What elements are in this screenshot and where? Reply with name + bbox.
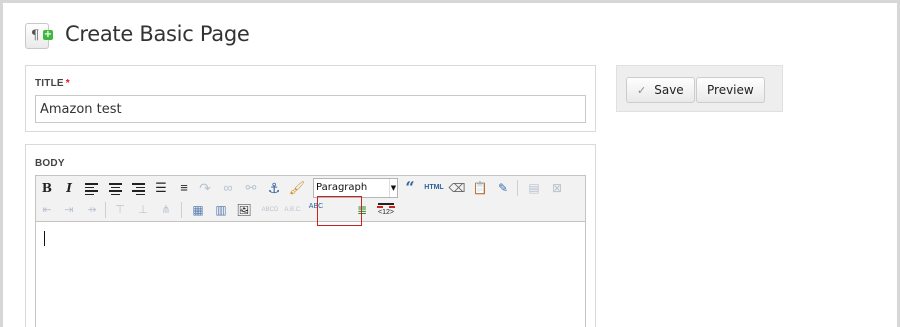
page-frame: ¶+ Create Basic Page TITLE* BODY B I ☰ ≡… <box>0 0 900 327</box>
acronym-icon[interactable]: A.B.C. <box>283 200 303 220</box>
bold-button[interactable]: B <box>37 178 57 198</box>
table-insert-icon[interactable]: ▤ <box>524 178 544 198</box>
edit-icon[interactable]: ✎ <box>493 178 513 198</box>
check-icon: ✓ <box>637 84 647 97</box>
toolbar-separator <box>105 202 106 218</box>
body-fieldset: BODY B I ☰ ≡ ↷ ∞ ⚯ ⚓ 🖌 Paragraph ▼ “ HTM… <box>25 144 596 327</box>
toolbar-separator <box>517 180 518 196</box>
paste-word-icon[interactable]: 📋 <box>470 178 490 198</box>
delete-col-icon[interactable]: ⋔ <box>156 200 176 220</box>
blockquote-icon[interactable]: “ <box>400 178 420 198</box>
row-before-icon[interactable]: ⇤ <box>37 200 57 220</box>
link-icon[interactable]: ∞ <box>218 178 238 198</box>
chevron-down-icon: ▼ <box>389 179 397 197</box>
actions-panel: ✓ Save Preview <box>616 65 783 112</box>
preview-button[interactable]: Preview <box>696 77 765 103</box>
format-select[interactable]: Paragraph ▼ <box>313 178 398 198</box>
toolbar-separator <box>181 202 182 218</box>
title-label: TITLE * <box>35 78 70 89</box>
table-props-icon[interactable]: ▥ <box>211 200 231 220</box>
col-after-icon[interactable]: ⊥ <box>133 200 153 220</box>
toolbar-row-2: ⇤ ⇥ ⇸ ⊤ ⊥ ⋔ ▦ ▥ 🖼 ABCD A.B.C. ABC a ≣ <box>36 199 585 242</box>
image-icon[interactable]: 🖼 <box>234 200 254 220</box>
abbr-icon[interactable]: ABCD <box>258 200 282 220</box>
page-title: Create Basic Page <box>65 22 250 46</box>
row-after-icon[interactable]: ⇥ <box>59 200 79 220</box>
align-left-icon[interactable] <box>82 178 102 198</box>
editor-content-area[interactable] <box>36 221 585 327</box>
editor-toolbar: B I ☰ ≡ ↷ ∞ ⚯ ⚓ 🖌 Paragraph ▼ “ HTML ⌫ 📋… <box>36 176 585 242</box>
eraser-icon[interactable]: ⌫ <box>447 178 467 198</box>
toolbar-row-1: B I ☰ ≡ ↷ ∞ ⚯ ⚓ 🖌 Paragraph ▼ “ HTML ⌫ 📋… <box>36 177 585 199</box>
align-right-icon[interactable] <box>128 178 148 198</box>
align-center-icon[interactable] <box>105 178 125 198</box>
text-caret <box>44 231 45 246</box>
pagebreak-button[interactable]: <12> <box>374 200 398 220</box>
amazon-button-highlight <box>317 196 362 226</box>
html-source-icon[interactable]: HTML <box>422 178 446 198</box>
required-marker: * <box>65 78 70 89</box>
table-grid-icon[interactable]: ▦ <box>188 200 208 220</box>
table-delete-icon[interactable]: ⊠ <box>547 178 567 198</box>
anchor-icon[interactable]: ⚓ <box>264 178 284 198</box>
title-input[interactable] <box>35 95 586 123</box>
numbered-list-icon[interactable]: ≡ <box>174 178 194 198</box>
body-label: BODY <box>35 158 65 169</box>
title-fieldset: TITLE * <box>25 65 596 132</box>
redo-icon[interactable]: ↷ <box>195 178 215 198</box>
italic-button[interactable]: I <box>59 178 79 198</box>
unlink-icon[interactable]: ⚯ <box>241 178 261 198</box>
save-button[interactable]: ✓ Save <box>626 77 695 103</box>
rich-text-editor: B I ☰ ≡ ↷ ∞ ⚯ ⚓ 🖌 Paragraph ▼ “ HTML ⌫ 📋… <box>35 175 586 327</box>
page-add-icon: ¶ + <box>25 23 53 49</box>
cleanup-brush-icon[interactable]: 🖌 <box>287 178 307 198</box>
bullet-list-icon[interactable]: ☰ <box>151 178 171 198</box>
col-before-icon[interactable]: ⊤ <box>110 200 130 220</box>
delete-row-icon[interactable]: ⇸ <box>82 200 102 220</box>
